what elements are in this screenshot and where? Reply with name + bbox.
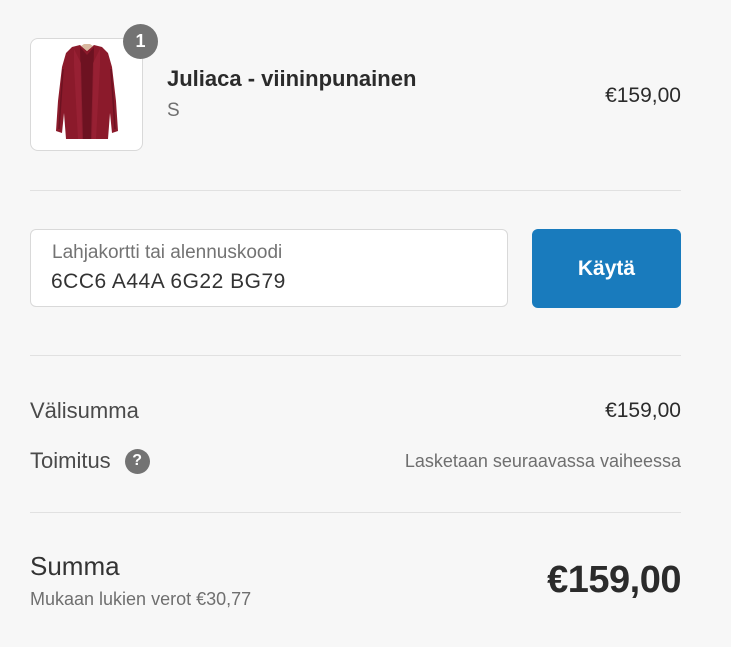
grand-total-label: Summa (30, 551, 120, 581)
product-thumbnail (30, 38, 143, 151)
discount-code-label: Lahjakortti tai alennuskoodi (52, 242, 283, 263)
totals-section: Välisumma €159,00 Toimitus ? Lasketaan s… (30, 356, 681, 512)
question-mark-icon[interactable]: ? (124, 448, 150, 474)
product-line-item: 1 Juliaca - viininpunainen S €159,00 (30, 0, 681, 190)
order-summary: 1 Juliaca - viininpunainen S €159,00 Lah… (30, 0, 681, 647)
discount-section: Lahjakortti tai alennuskoodi Käytä (30, 191, 681, 355)
product-price: €159,00 (605, 84, 681, 107)
discount-code-field[interactable]: Lahjakortti tai alennuskoodi (30, 229, 508, 307)
product-variant: S (167, 100, 180, 121)
quantity-badge: 1 (123, 24, 158, 59)
shipping-value: Lasketaan seuraavassa vaiheessa (404, 451, 681, 471)
shipping-label-text: Toimitus (30, 448, 111, 473)
subtotal-label-text: Välisumma (30, 398, 139, 423)
product-thumbnail-wrapper: 1 (30, 24, 158, 151)
apply-discount-button[interactable]: Käytä (532, 229, 681, 308)
subtotal-value: €159,00 (605, 399, 681, 422)
discount-code-input[interactable] (51, 270, 481, 294)
grand-total-value: €159,00 (547, 559, 681, 601)
grand-total-section: Summa Mukaan lukien verot €30,77 €159,00 (30, 513, 681, 647)
cardigan-image (55, 43, 118, 139)
product-name: Juliaca - viininpunainen (167, 66, 417, 91)
shipping-label: Toimitus ? (30, 448, 150, 474)
tax-note: Mukaan lukien verot €30,77 (30, 589, 252, 609)
subtotal-label: Välisumma (30, 398, 139, 424)
